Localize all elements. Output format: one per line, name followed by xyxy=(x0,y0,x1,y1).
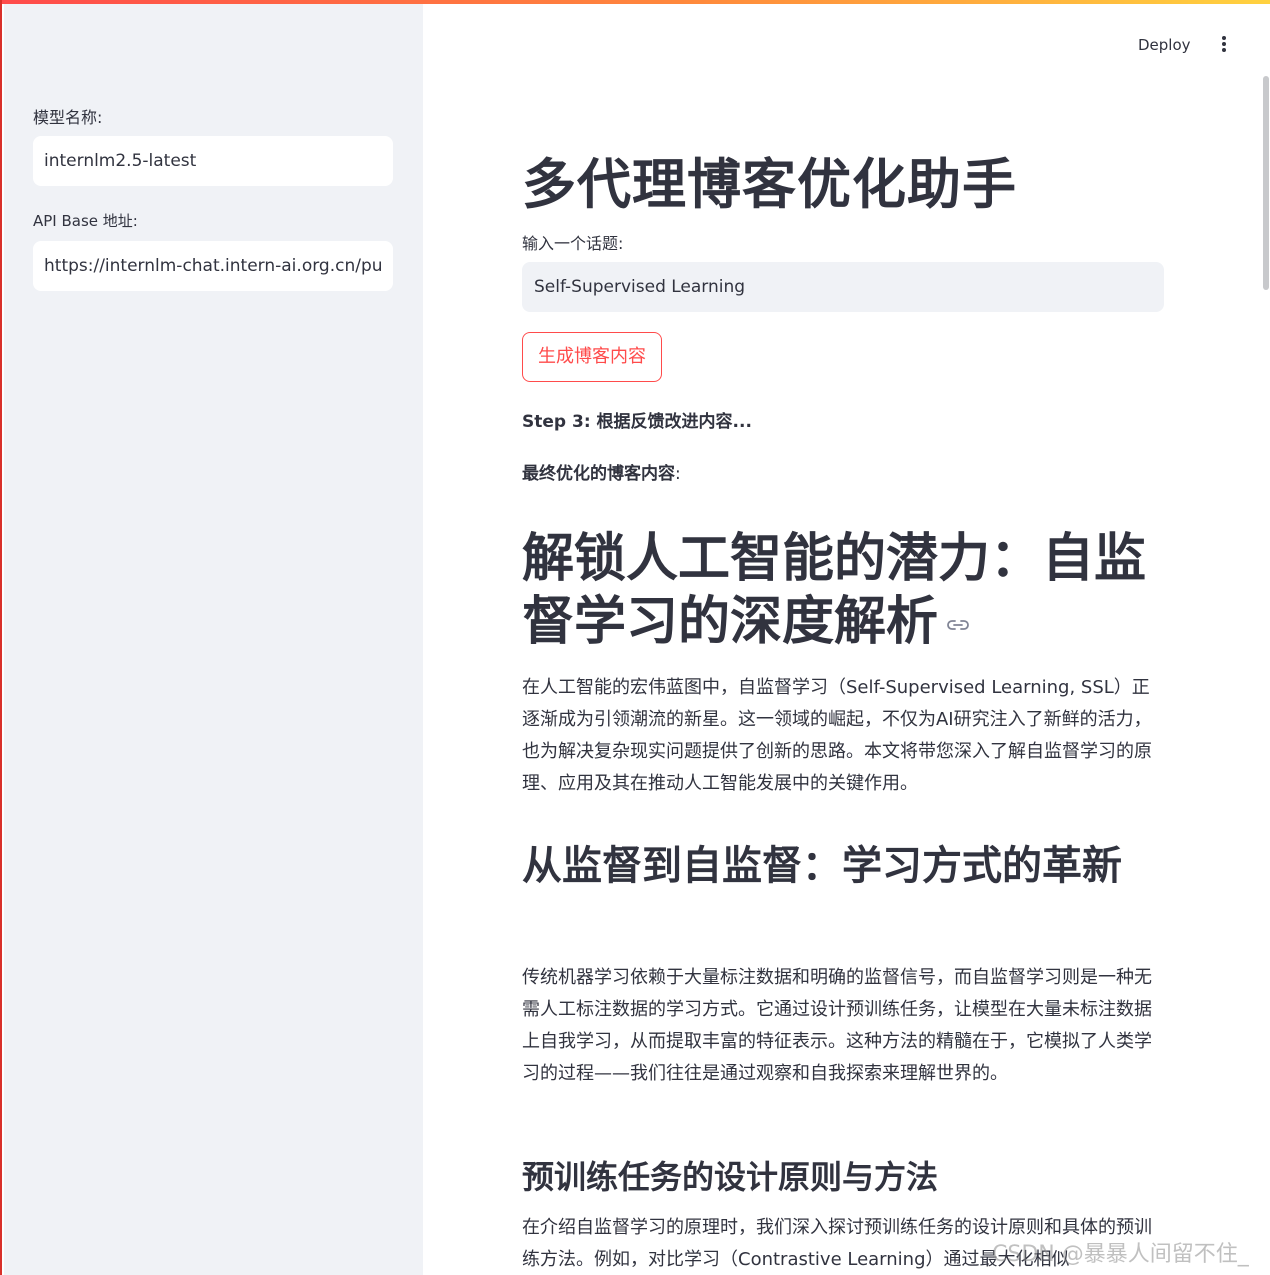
step-status: Step 3: 根据反馈改进内容... xyxy=(522,412,752,432)
api-base-label: API Base 地址: xyxy=(33,212,138,230)
top-accent-bar xyxy=(2,0,1270,4)
final-content-label-colon: : xyxy=(675,464,681,484)
blog-paragraph-2: 传统机器学习依赖于大量标注数据和明确的监督信号，而自监督学习则是一种无需人工标注… xyxy=(522,967,1152,1084)
final-content-label: 最终优化的博客内容: xyxy=(522,459,681,484)
model-name-input[interactable]: internlm2.5-latest xyxy=(33,136,393,186)
topic-input[interactable]: Self-Supervised Learning xyxy=(522,262,1164,312)
main-area: Deploy 多代理博客优化助手 输入一个话题: Self-Supervised… xyxy=(423,4,1270,1275)
blog-heading-1-text: 解锁人工智能的潜力：自监督学习的深度解析 xyxy=(522,529,1147,652)
watermark: CSDN @暴暴人间留不住_ xyxy=(992,1242,1249,1267)
blog-paragraph-1: 在人工智能的宏伟蓝图中，自监督学习（Self-Supervised Learni… xyxy=(522,677,1152,794)
generate-blog-button[interactable]: 生成博客内容 xyxy=(522,332,662,382)
final-content-label-text: 最终优化的博客内容 xyxy=(522,464,675,484)
page-title: 多代理博客优化助手 xyxy=(522,153,1017,216)
api-base-input[interactable]: https://internlm-chat.intern-ai.org.cn/p… xyxy=(33,241,393,291)
scrollbar-thumb[interactable] xyxy=(1263,76,1269,290)
sidebar: 模型名称: internlm2.5-latest API Base 地址: ht… xyxy=(4,4,423,1275)
link-icon[interactable] xyxy=(946,618,970,632)
blog-heading-2: 从监督到自监督：学习方式的革新 xyxy=(522,843,1122,889)
model-name-label: 模型名称: xyxy=(33,108,103,127)
kebab-menu-icon[interactable] xyxy=(1213,34,1235,56)
app-window: 模型名称: internlm2.5-latest API Base 地址: ht… xyxy=(0,0,1270,1275)
blog-heading-1: 解锁人工智能的潜力：自监督学习的深度解析 xyxy=(522,528,1152,654)
blog-heading-3: 预训练任务的设计原则与方法 xyxy=(522,1158,939,1196)
topic-label: 输入一个话题: xyxy=(522,234,624,253)
deploy-button[interactable]: Deploy xyxy=(1138,36,1191,54)
